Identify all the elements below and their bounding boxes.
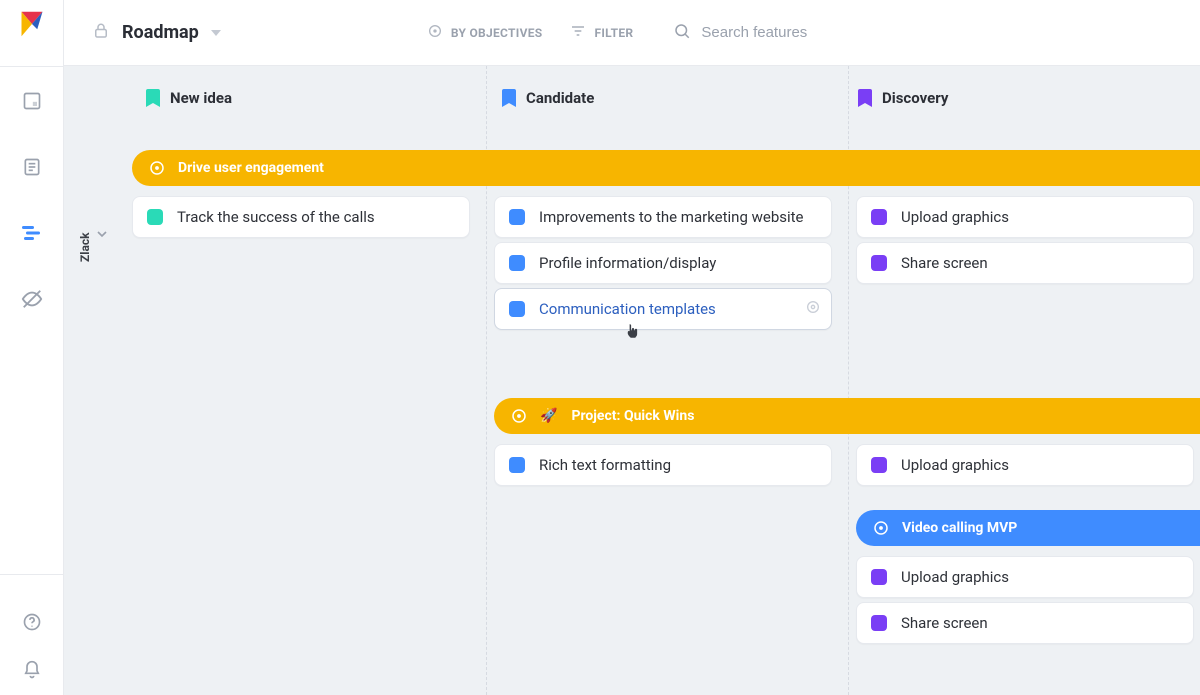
- card-label: Track the success of the calls: [177, 208, 375, 226]
- card-label: Improvements to the marketing website: [539, 208, 804, 226]
- card-track-success[interactable]: Track the success of the calls: [132, 196, 470, 238]
- notifications-icon[interactable]: [21, 659, 43, 681]
- card-label: Rich text formatting: [539, 456, 671, 474]
- nav-board-icon[interactable]: [21, 90, 43, 112]
- column-header-candidate[interactable]: Candidate: [488, 89, 844, 107]
- bookmark-icon: [146, 89, 160, 107]
- column-title: Discovery: [882, 89, 948, 107]
- search-icon: [673, 22, 691, 44]
- caret-down-icon: [211, 23, 221, 42]
- card-communication-templates[interactable]: Communication templates: [494, 288, 832, 330]
- objective-bar-quick-wins[interactable]: 🚀 Project: Quick Wins: [494, 398, 1200, 434]
- by-objectives-label: BY OBJECTIVES: [451, 26, 543, 40]
- help-icon[interactable]: [21, 611, 43, 633]
- visibility-icon[interactable]: [805, 299, 821, 319]
- objective-label: Video calling MVP: [902, 520, 1017, 536]
- column-title: Candidate: [526, 89, 594, 107]
- column-headers: New idea Candidate Discovery: [132, 66, 1200, 130]
- nav-doc-icon[interactable]: [21, 156, 43, 178]
- by-objectives-button[interactable]: BY OBJECTIVES: [427, 23, 543, 42]
- page-title-wrap[interactable]: Roadmap: [92, 22, 221, 44]
- main-area: Roadmap BY OBJECTIVES FILTER: [64, 0, 1200, 695]
- card-tag: [147, 209, 163, 225]
- card-tag: [871, 255, 887, 271]
- card-label: Communication templates: [539, 300, 716, 318]
- card-upload-graphics-2[interactable]: Upload graphics: [856, 444, 1194, 486]
- card-label: Upload graphics: [901, 456, 1009, 474]
- cursor-pointer-icon: [624, 322, 642, 340]
- card-tag: [509, 301, 525, 317]
- card-label: Share screen: [901, 614, 988, 632]
- target-icon: [427, 23, 443, 42]
- card-tag: [509, 255, 525, 271]
- card-tag: [871, 209, 887, 225]
- column-header-discovery[interactable]: Discovery: [844, 89, 1200, 107]
- target-icon: [510, 407, 528, 425]
- card-upload-graphics-1[interactable]: Upload graphics: [856, 196, 1194, 238]
- lock-icon: [92, 22, 110, 44]
- swimlane-label[interactable]: Zlack: [78, 232, 92, 262]
- bookmark-icon: [858, 89, 872, 107]
- objective-bar-drive-engagement[interactable]: Drive user engagement: [132, 150, 1200, 186]
- page-title: Roadmap: [122, 22, 199, 43]
- search-input[interactable]: [701, 24, 931, 41]
- filter-icon: [570, 23, 586, 42]
- card-upload-graphics-3[interactable]: Upload graphics: [856, 556, 1194, 598]
- filter-button[interactable]: FILTER: [570, 23, 633, 42]
- column-header-new-idea[interactable]: New idea: [132, 89, 488, 107]
- card-label: Upload graphics: [901, 568, 1009, 586]
- left-nav-rail: [0, 0, 64, 695]
- card-tag: [871, 457, 887, 473]
- swimlane-collapse-chevron[interactable]: [94, 226, 110, 246]
- bookmark-icon: [502, 89, 516, 107]
- objective-label: Drive user engagement: [178, 160, 324, 176]
- rocket-emoji: 🚀: [540, 408, 557, 424]
- card-label: Profile information/display: [539, 254, 716, 272]
- column-title: New idea: [170, 89, 232, 107]
- target-icon: [872, 519, 890, 537]
- roadmap-board: New idea Candidate Discovery Zlack: [64, 66, 1200, 695]
- card-share-screen-1[interactable]: Share screen: [856, 242, 1194, 284]
- card-rich-text[interactable]: Rich text formatting: [494, 444, 832, 486]
- card-tag: [509, 457, 525, 473]
- card-label: Share screen: [901, 254, 988, 272]
- target-icon: [148, 159, 166, 177]
- app-logo: [18, 10, 46, 38]
- top-bar: Roadmap BY OBJECTIVES FILTER: [64, 0, 1200, 66]
- card-share-screen-2[interactable]: Share screen: [856, 602, 1194, 644]
- card-tag: [871, 569, 887, 585]
- objective-label: Project: Quick Wins: [571, 408, 694, 424]
- nav-hide-icon[interactable]: [21, 288, 43, 310]
- card-profile-info[interactable]: Profile information/display: [494, 242, 832, 284]
- search-area[interactable]: [673, 22, 931, 44]
- card-tag: [871, 615, 887, 631]
- objective-bar-video-mvp[interactable]: Video calling MVP: [856, 510, 1200, 546]
- filter-label: FILTER: [594, 26, 633, 40]
- card-marketing-website[interactable]: Improvements to the marketing website: [494, 196, 832, 238]
- card-label: Upload graphics: [901, 208, 1009, 226]
- nav-roadmap-icon[interactable]: [21, 222, 43, 244]
- card-tag: [509, 209, 525, 225]
